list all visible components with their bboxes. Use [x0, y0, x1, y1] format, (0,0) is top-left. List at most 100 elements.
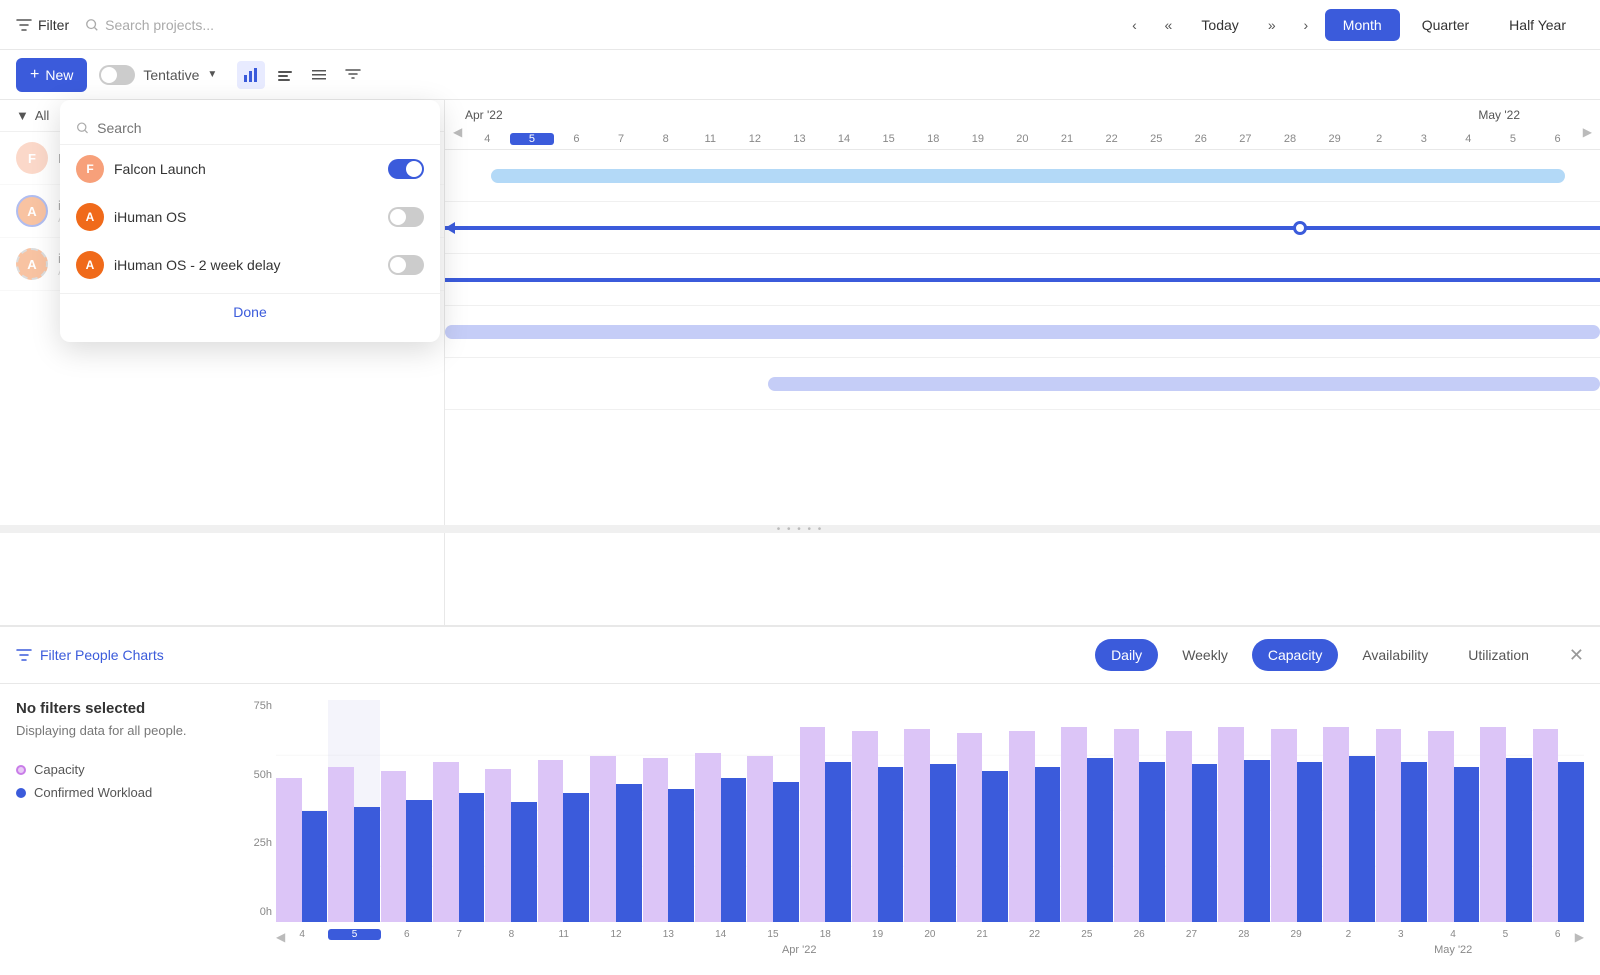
dropdown-item-ihuman2[interactable]: A iHuman OS - 2 week delay — [60, 241, 440, 289]
dropdown-search-input[interactable] — [97, 120, 424, 136]
tentative-dropdown-arrow[interactable]: ▼ — [207, 69, 217, 80]
x-date-9: 15 — [747, 929, 799, 940]
nav-prev-fast-button[interactable]: « — [1153, 10, 1183, 40]
cap-bar-10 — [800, 727, 826, 922]
tentative-switch[interactable] — [99, 65, 135, 85]
x-month-may: May '22 — [1322, 944, 1584, 956]
today-button[interactable]: Today — [1187, 11, 1252, 39]
cap-bar-4 — [485, 769, 511, 922]
new-button[interactable]: + New — [16, 58, 87, 92]
x-date-20: 2 — [1322, 929, 1374, 940]
ihuman2-bar — [445, 278, 1600, 282]
falcon-dropdown-toggle[interactable] — [388, 159, 424, 179]
x-date-7: 13 — [642, 929, 694, 940]
close-bottom-button[interactable]: ✕ — [1569, 645, 1584, 666]
all-label: All — [35, 108, 49, 123]
conf-bar-23 — [1506, 758, 1532, 922]
filter-view-button[interactable] — [339, 61, 367, 89]
falcon-dropdown-avatar: F — [76, 155, 104, 183]
cap-bar-24 — [1533, 729, 1559, 922]
view-quarter-button[interactable]: Quarter — [1404, 9, 1487, 41]
gantt-row-falcon — [445, 150, 1600, 202]
bar-group-21 — [1376, 700, 1427, 922]
list-view-button[interactable] — [305, 61, 333, 89]
falcon-avatar: F — [16, 142, 48, 174]
x-date-2: 6 — [381, 929, 433, 940]
dropdown-item-ihuman[interactable]: A iHuman OS — [60, 193, 440, 241]
confirmed-dot — [16, 788, 26, 798]
bar-group-11 — [852, 700, 903, 922]
dropdown-item-falcon[interactable]: F Falcon Launch — [60, 145, 440, 193]
y-75: 75h — [236, 700, 272, 712]
ihuman2-avatar: A — [16, 248, 48, 280]
confirmed-label: Confirmed Workload — [34, 785, 152, 800]
tentative-label: Tentative — [143, 67, 199, 83]
ihuman-toggle-knob — [390, 209, 406, 225]
gantt-nav-left[interactable]: ◀ — [453, 125, 462, 139]
conf-bar-8 — [721, 778, 747, 922]
conf-bar-7 — [668, 789, 694, 922]
tab-capacity[interactable]: Capacity — [1252, 639, 1338, 671]
ihuman2-dropdown-toggle[interactable] — [388, 255, 424, 275]
filter-label: Filter — [38, 17, 69, 33]
conf-bar-10 — [825, 762, 851, 922]
x-date-14: 22 — [1008, 929, 1060, 940]
search-box[interactable]: Search projects... — [85, 17, 1103, 33]
view-halfyear-button[interactable]: Half Year — [1491, 9, 1584, 41]
drag-handle[interactable]: • • • • • — [0, 525, 1600, 533]
bar-chart-view-button[interactable] — [237, 61, 265, 89]
filter-button[interactable]: Filter — [16, 17, 69, 33]
tab-availability[interactable]: Availability — [1346, 639, 1444, 671]
legend-capacity: Capacity — [16, 762, 236, 777]
bar-group-1 — [328, 700, 379, 922]
cap-bar-9 — [747, 756, 773, 923]
x-date-22: 4 — [1427, 929, 1479, 940]
toggle-knob — [101, 67, 117, 83]
done-button[interactable]: Done — [233, 304, 266, 320]
ihuman-bar — [445, 226, 1600, 230]
gantt-row-ihuman-apple — [445, 306, 1600, 358]
tab-utilization[interactable]: Utilization — [1452, 639, 1545, 671]
bar-group-10 — [800, 700, 851, 922]
conf-bar-12 — [930, 764, 956, 922]
bar-group-15 — [1061, 700, 1112, 922]
chart-area: No filters selected Displaying data for … — [0, 684, 1600, 974]
chart-nav-right[interactable]: ▶ — [1575, 930, 1584, 944]
y-0: 0h — [236, 906, 272, 918]
view-month-button[interactable]: Month — [1325, 9, 1400, 41]
conf-bar-0 — [302, 811, 328, 922]
y-axis: 0h 25h 50h 75h — [236, 700, 272, 922]
bottom-header: Filter People Charts Daily Weekly Capaci… — [0, 627, 1600, 684]
chart-tabs: Daily Weekly Capacity Availability Utili… — [1095, 639, 1545, 671]
x-date-17: 27 — [1165, 929, 1217, 940]
nav-next-fast-button[interactable]: » — [1257, 10, 1287, 40]
ihuman-dropdown-toggle[interactable] — [388, 207, 424, 227]
ihuman-milestone — [1293, 221, 1307, 235]
cap-bar-23 — [1480, 727, 1506, 922]
nav-next-button[interactable]: › — [1291, 10, 1321, 40]
nav-prev-button[interactable]: ‹ — [1119, 10, 1149, 40]
x-date-15: 25 — [1061, 929, 1113, 940]
tab-daily[interactable]: Daily — [1095, 639, 1158, 671]
filter-icon — [16, 17, 32, 33]
ihuman2-toggle-knob — [390, 257, 406, 273]
x-date-row: 4567811121314151819202122252627282923456 — [276, 929, 1584, 940]
legend-confirmed: Confirmed Workload — [16, 785, 236, 800]
conf-bar-15 — [1087, 758, 1113, 922]
chart-nav-left[interactable]: ◀ — [276, 930, 285, 944]
x-date-11: 19 — [851, 929, 903, 940]
conf-bar-17 — [1192, 764, 1218, 922]
bar-group-6 — [590, 700, 641, 922]
timeline-view-button[interactable] — [271, 61, 299, 89]
conf-bar-24 — [1558, 762, 1584, 922]
tab-weekly[interactable]: Weekly — [1166, 639, 1244, 671]
gantt-nav-right[interactable]: ▶ — [1583, 125, 1592, 139]
conf-bar-20 — [1349, 756, 1375, 923]
cap-bar-13 — [957, 733, 983, 922]
x-date-18: 28 — [1218, 929, 1270, 940]
filter-people-button[interactable]: Filter People Charts — [16, 647, 164, 663]
bar-group-0 — [276, 700, 327, 922]
conf-bar-22 — [1454, 767, 1480, 922]
capacity-dot — [16, 765, 26, 775]
tentative-toggle[interactable]: Tentative ▼ — [99, 65, 217, 85]
